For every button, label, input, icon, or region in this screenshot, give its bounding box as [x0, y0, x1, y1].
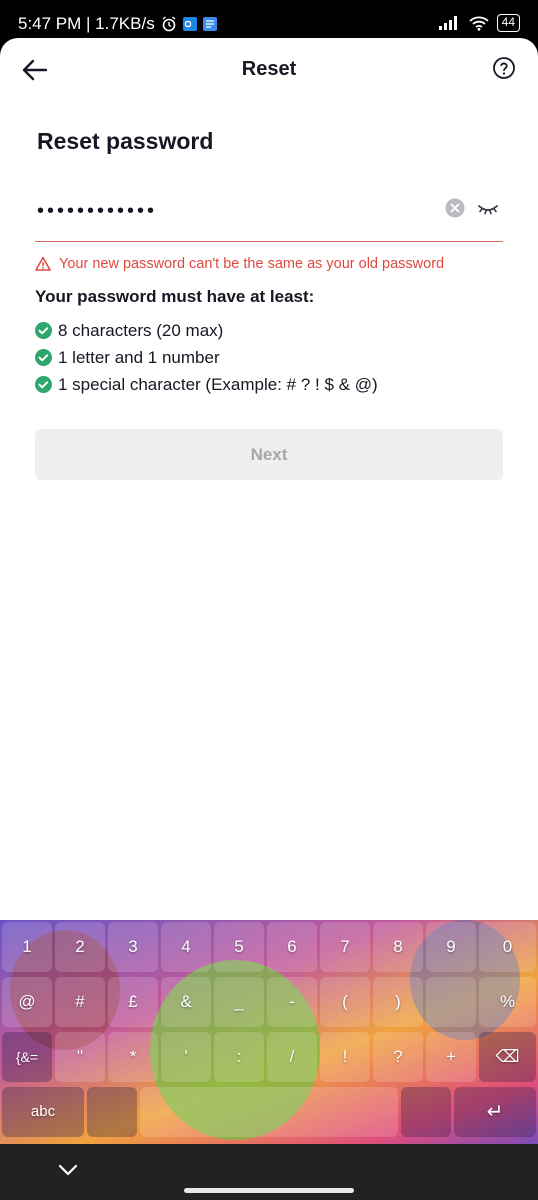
error-message-row: Your new password can't be the same as y… [35, 256, 444, 272]
key[interactable]: * [108, 1032, 158, 1082]
question-circle-icon[interactable] [492, 56, 516, 80]
requirement-label: 8 characters (20 max) [58, 320, 224, 340]
key[interactable]: - [267, 977, 317, 1027]
outlook-icon [182, 17, 197, 31]
requirement-label: 1 letter and 1 number [58, 347, 220, 367]
requirements-heading: Your password must have at least: [35, 287, 315, 306]
key[interactable]: 5 [214, 922, 264, 972]
warning-icon [35, 256, 51, 271]
key[interactable]: # [55, 977, 105, 1027]
key[interactable]: ) [373, 977, 423, 1027]
key[interactable]: 8 [373, 922, 423, 972]
key[interactable]: ' [161, 1032, 211, 1082]
keyboard-row-bottom: abc ↵ [0, 1087, 538, 1139]
check-circle-icon [35, 322, 52, 339]
key[interactable]: ! [320, 1032, 370, 1082]
requirement-item: 8 characters (20 max) [35, 317, 378, 344]
status-time-speed: 5:47 PM | 1.7KB/s [18, 14, 155, 33]
key[interactable]: + [426, 1032, 476, 1082]
requirements-list: 8 characters (20 max) 1 letter and 1 num… [35, 317, 378, 398]
keyboard-row-numbers: 1 2 3 4 5 6 7 8 9 0 [0, 922, 538, 974]
key[interactable] [87, 1087, 137, 1137]
alarm-icon [162, 16, 176, 32]
key[interactable]: : [214, 1032, 264, 1082]
key[interactable]: / [267, 1032, 317, 1082]
wifi-icon [469, 16, 489, 31]
key[interactable]: " [55, 1032, 105, 1082]
clear-circle-icon[interactable] [445, 198, 465, 218]
reset-screen: Reset Reset password •••••••••••• Your n… [0, 38, 538, 920]
key[interactable] [426, 977, 476, 1027]
system-nav-bar [0, 1144, 538, 1200]
key[interactable]: 6 [267, 922, 317, 972]
requirement-label: 1 special character (Example: # ? ! $ & … [58, 374, 378, 394]
next-button[interactable]: Next [35, 429, 503, 480]
nav-title: Reset [241, 58, 297, 80]
password-field[interactable]: •••••••••••• [35, 188, 503, 242]
requirement-item: 1 letter and 1 number [35, 344, 378, 371]
requirement-item: 1 special character (Example: # ? ! $ & … [35, 371, 378, 398]
key[interactable]: 7 [320, 922, 370, 972]
key[interactable]: % [479, 977, 536, 1027]
key[interactable]: 9 [426, 922, 476, 972]
status-left: 5:47 PM | 1.7KB/s [18, 14, 217, 34]
key[interactable]: 2 [55, 922, 105, 972]
home-indicator[interactable] [184, 1188, 354, 1193]
key[interactable]: 1 [2, 922, 52, 972]
battery-indicator: 44 [496, 14, 520, 32]
key[interactable] [401, 1087, 451, 1137]
page-title: Reset password [37, 128, 214, 154]
chevron-down-icon[interactable] [56, 1160, 80, 1180]
enter-key[interactable]: ↵ [454, 1087, 536, 1137]
key[interactable]: 0 [479, 922, 536, 972]
key[interactable]: & [161, 977, 211, 1027]
key[interactable]: @ [2, 977, 52, 1027]
message-icon [202, 17, 217, 31]
symbols-page-key[interactable]: {&= [2, 1032, 52, 1082]
key[interactable]: _ [214, 977, 264, 1027]
password-value[interactable]: •••••••••••• [37, 200, 157, 223]
key[interactable]: £ [108, 977, 158, 1027]
keyboard-row-symbols: @ # £ & _ - ( ) % [0, 977, 538, 1029]
keyboard-row-punctuation: {&= " * ' : / ! ? + ⌫ [0, 1032, 538, 1084]
eye-closed-icon[interactable] [477, 198, 499, 218]
keyboard: 1 2 3 4 5 6 7 8 9 0 @ # £ & _ - ( ) % {&… [0, 920, 538, 1144]
key[interactable]: ( [320, 977, 370, 1027]
check-circle-icon [35, 376, 52, 393]
abc-key[interactable]: abc [2, 1087, 84, 1137]
signal-icon [438, 16, 457, 30]
key[interactable]: 3 [108, 922, 158, 972]
error-message: Your new password can't be the same as y… [59, 256, 445, 272]
key[interactable]: 4 [161, 922, 211, 972]
space-key[interactable] [140, 1087, 398, 1137]
check-circle-icon [35, 349, 52, 366]
status-right: 44 [438, 14, 520, 32]
backspace-key[interactable]: ⌫ [479, 1032, 536, 1082]
key[interactable]: ? [373, 1032, 423, 1082]
